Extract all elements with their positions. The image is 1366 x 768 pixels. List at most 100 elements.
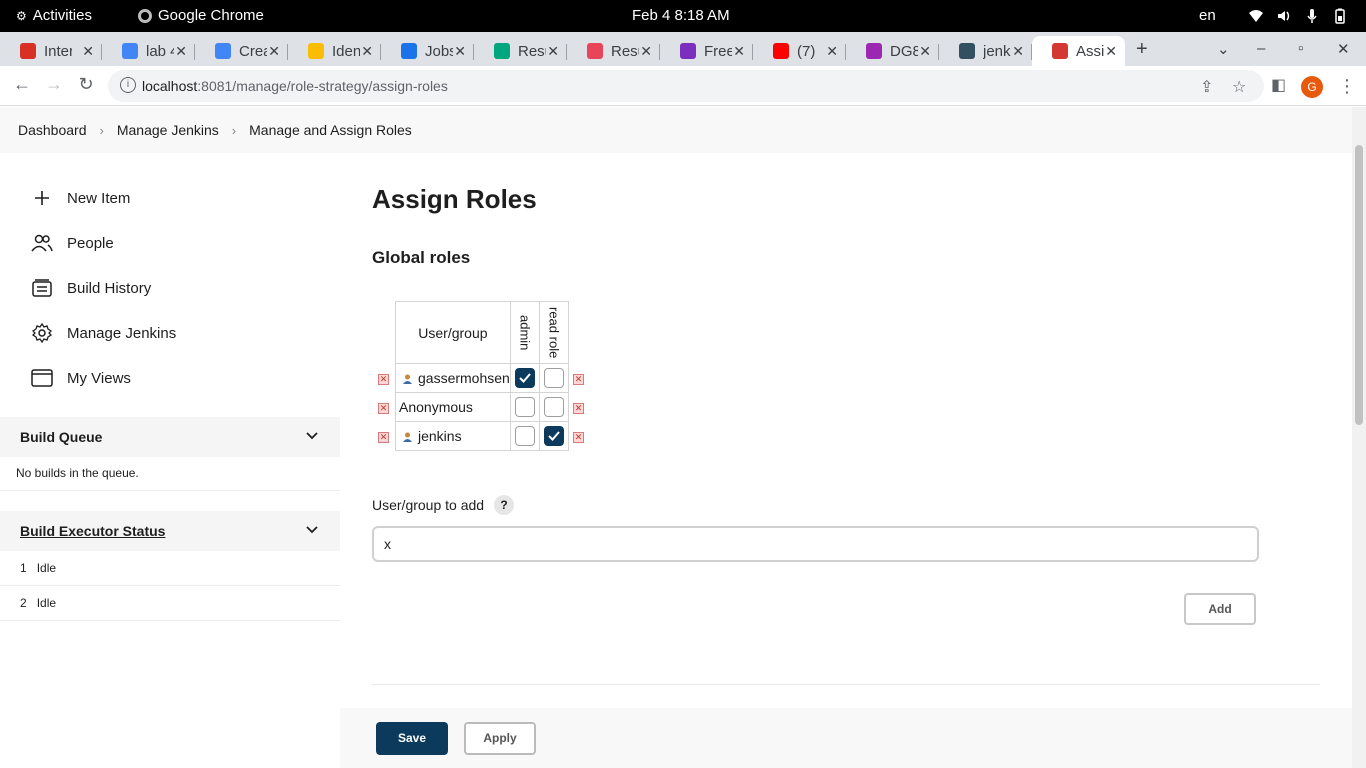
tab-title: lab 4 <box>146 42 174 60</box>
close-tab-icon[interactable]: ✕ <box>919 43 931 60</box>
maximize-icon[interactable]: ▫ <box>1298 40 1303 57</box>
delete-row-icon[interactable]: ✕ <box>378 403 389 414</box>
site-info-icon[interactable]: i <box>120 77 136 93</box>
bookmark-star-icon[interactable]: ☆ <box>1232 77 1246 97</box>
tab-title: Jobs <box>425 42 453 60</box>
input-language[interactable]: en <box>1199 7 1216 24</box>
breadcrumb-manage-jenkins[interactable]: Manage Jenkins <box>117 122 219 138</box>
tab-title: (7) <box>797 42 816 60</box>
table-row: gassermohsen <box>395 363 569 393</box>
reload-icon[interactable]: ↻ <box>74 74 98 95</box>
clock[interactable]: Feb 4 8:18 AM <box>632 7 730 24</box>
sidebar-item-manage-jenkins[interactable]: Manage Jenkins <box>30 321 176 345</box>
browser-tab[interactable]: Free ✕ <box>660 36 753 66</box>
breadcrumb-manage-and-assign-roles[interactable]: Manage and Assign Roles <box>249 122 412 138</box>
tab-title: Iden <box>332 42 360 60</box>
role-checkbox[interactable] <box>543 426 564 446</box>
side-panel-icon[interactable]: ◧ <box>1271 75 1286 95</box>
close-tab-icon[interactable]: ✕ <box>733 43 745 60</box>
tab-favicon-icon <box>20 43 36 59</box>
address-bar[interactable]: i localhost:8081/manage/role-strategy/as… <box>108 70 1264 102</box>
tab-strip: Inter✕lab 4✕Crea✕Iden✕Jobs✕Resu✕Resu✕Fre… <box>0 32 1366 66</box>
role-checkbox[interactable] <box>514 397 535 417</box>
browser-tab[interactable]: lab 4✕ <box>102 36 195 66</box>
browser-tab[interactable]: jenk ✕ <box>939 36 1032 66</box>
user-name: gassermohsen <box>418 370 510 386</box>
user-cell: Anonymous <box>395 392 511 422</box>
browser-tab[interactable]: Jobs ✕ <box>381 36 474 66</box>
minimize-icon[interactable]: – <box>1257 40 1265 57</box>
chevron-down-icon[interactable] <box>306 523 318 537</box>
help-icon[interactable]: ? <box>494 495 515 515</box>
apply-button[interactable]: Apply <box>464 722 536 755</box>
tab-favicon-icon <box>587 43 603 59</box>
new-tab-button[interactable]: + <box>1136 38 1148 61</box>
build-executor-title[interactable]: Build Executor Status <box>20 523 165 539</box>
back-icon[interactable]: ← <box>10 74 34 95</box>
sidebar-item-people[interactable]: People <box>30 231 114 255</box>
sidebar-item-label: Manage Jenkins <box>67 324 177 342</box>
url-text[interactable]: localhost:8081/manage/role-strategy/assi… <box>142 78 448 94</box>
delete-row-icon[interactable]: ✕ <box>378 432 389 443</box>
app-menu[interactable]: Google Chrome <box>138 7 264 24</box>
browser-tab[interactable]: Resu✕ <box>567 36 660 66</box>
delete-row-icon[interactable]: ✕ <box>573 374 584 385</box>
tab-title: Free <box>704 42 732 60</box>
close-tab-icon[interactable]: ✕ <box>1105 43 1117 60</box>
activities-button[interactable]: ⚙ Activities <box>16 7 92 24</box>
close-tab-icon[interactable]: ✕ <box>82 43 94 60</box>
tab-favicon-icon <box>401 43 417 59</box>
role-checkbox[interactable] <box>543 368 564 388</box>
user-name: Anonymous <box>399 399 473 415</box>
close-tab-icon[interactable]: ✕ <box>454 43 466 60</box>
sidebar-item-build-history[interactable]: Build History <box>30 276 151 300</box>
sidebar-item-label: My Views <box>67 369 131 387</box>
browser-tab[interactable]: Crea✕ <box>195 36 288 66</box>
build-executor-header[interactable]: Build Executor Status <box>0 511 340 551</box>
browser-tab[interactable]: Iden ✕ <box>288 36 381 66</box>
delete-row-icon[interactable]: ✕ <box>573 432 584 443</box>
page-scrollbar[interactable] <box>1352 107 1366 768</box>
breadcrumb-dashboard[interactable]: Dashboard <box>18 122 87 138</box>
wifi-icon <box>1248 8 1264 24</box>
system-tray[interactable] <box>1248 8 1348 24</box>
close-tab-icon[interactable]: ✕ <box>268 43 280 60</box>
close-tab-icon[interactable]: ✕ <box>640 43 652 60</box>
save-button[interactable]: Save <box>376 722 448 755</box>
role-checkbox[interactable] <box>543 397 564 417</box>
browser-tab[interactable]: Assi ✕ <box>1032 36 1125 66</box>
add-button[interactable]: Add <box>1184 593 1256 625</box>
chrome-menu-icon[interactable]: ⋮ <box>1338 76 1356 97</box>
role-checkbox[interactable] <box>514 426 535 446</box>
microphone-icon <box>1304 8 1320 24</box>
close-window-icon[interactable]: ✕ <box>1337 40 1350 58</box>
browser-tab[interactable]: Resu✕ <box>474 36 567 66</box>
tab-search-icon[interactable]: ⌄ <box>1217 40 1230 58</box>
close-tab-icon[interactable]: ✕ <box>547 43 559 60</box>
scrollbar-thumb[interactable] <box>1355 145 1363 425</box>
close-tab-icon[interactable]: ✕ <box>826 43 838 60</box>
delete-row-icon[interactable]: ✕ <box>573 403 584 414</box>
tab-favicon-icon <box>680 43 696 59</box>
role-checkbox[interactable] <box>514 368 535 388</box>
sidebar-item-new-item[interactable]: New Item <box>30 186 130 210</box>
share-icon[interactable]: ⇪ <box>1200 77 1213 97</box>
build-queue-header[interactable]: Build Queue <box>0 417 340 457</box>
browser-tab[interactable]: DG8 ✕ <box>846 36 939 66</box>
browser-tab[interactable]: (7) ✕ <box>753 36 846 66</box>
forward-icon[interactable]: → <box>42 74 66 95</box>
user-group-input[interactable] <box>372 526 1259 562</box>
sidebar-item-my-views[interactable]: My Views <box>30 366 131 390</box>
chevron-down-icon[interactable] <box>306 429 318 443</box>
people-icon <box>30 231 54 255</box>
gear-icon <box>30 321 54 345</box>
delete-row-icon[interactable]: ✕ <box>378 374 389 385</box>
close-tab-icon[interactable]: ✕ <box>175 43 187 60</box>
executor-number: 2 <box>20 596 27 610</box>
table-header-row: User/group admin read role <box>395 301 569 364</box>
browser-tab[interactable]: Inter ✕ <box>0 36 102 66</box>
tab-title: Assi <box>1076 42 1104 60</box>
profile-avatar[interactable]: G <box>1301 76 1323 98</box>
close-tab-icon[interactable]: ✕ <box>1012 43 1024 60</box>
close-tab-icon[interactable]: ✕ <box>361 43 373 60</box>
